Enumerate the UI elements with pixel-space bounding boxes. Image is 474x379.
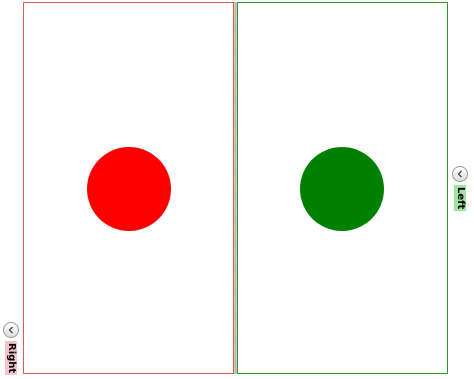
split-layout-stage: Right Left [0,0,474,379]
chevron-left-icon [457,170,462,178]
red-panel [23,2,234,374]
expand-left-panel-button[interactable] [452,166,468,182]
green-panel [237,2,448,374]
green-circle [300,147,384,231]
expand-right-panel-button[interactable] [3,322,19,338]
collapsed-tab-right[interactable]: Right [5,341,17,376]
collapsed-tab-left[interactable]: Left [454,185,466,212]
red-circle [87,147,171,231]
chevron-left-icon [8,326,13,334]
